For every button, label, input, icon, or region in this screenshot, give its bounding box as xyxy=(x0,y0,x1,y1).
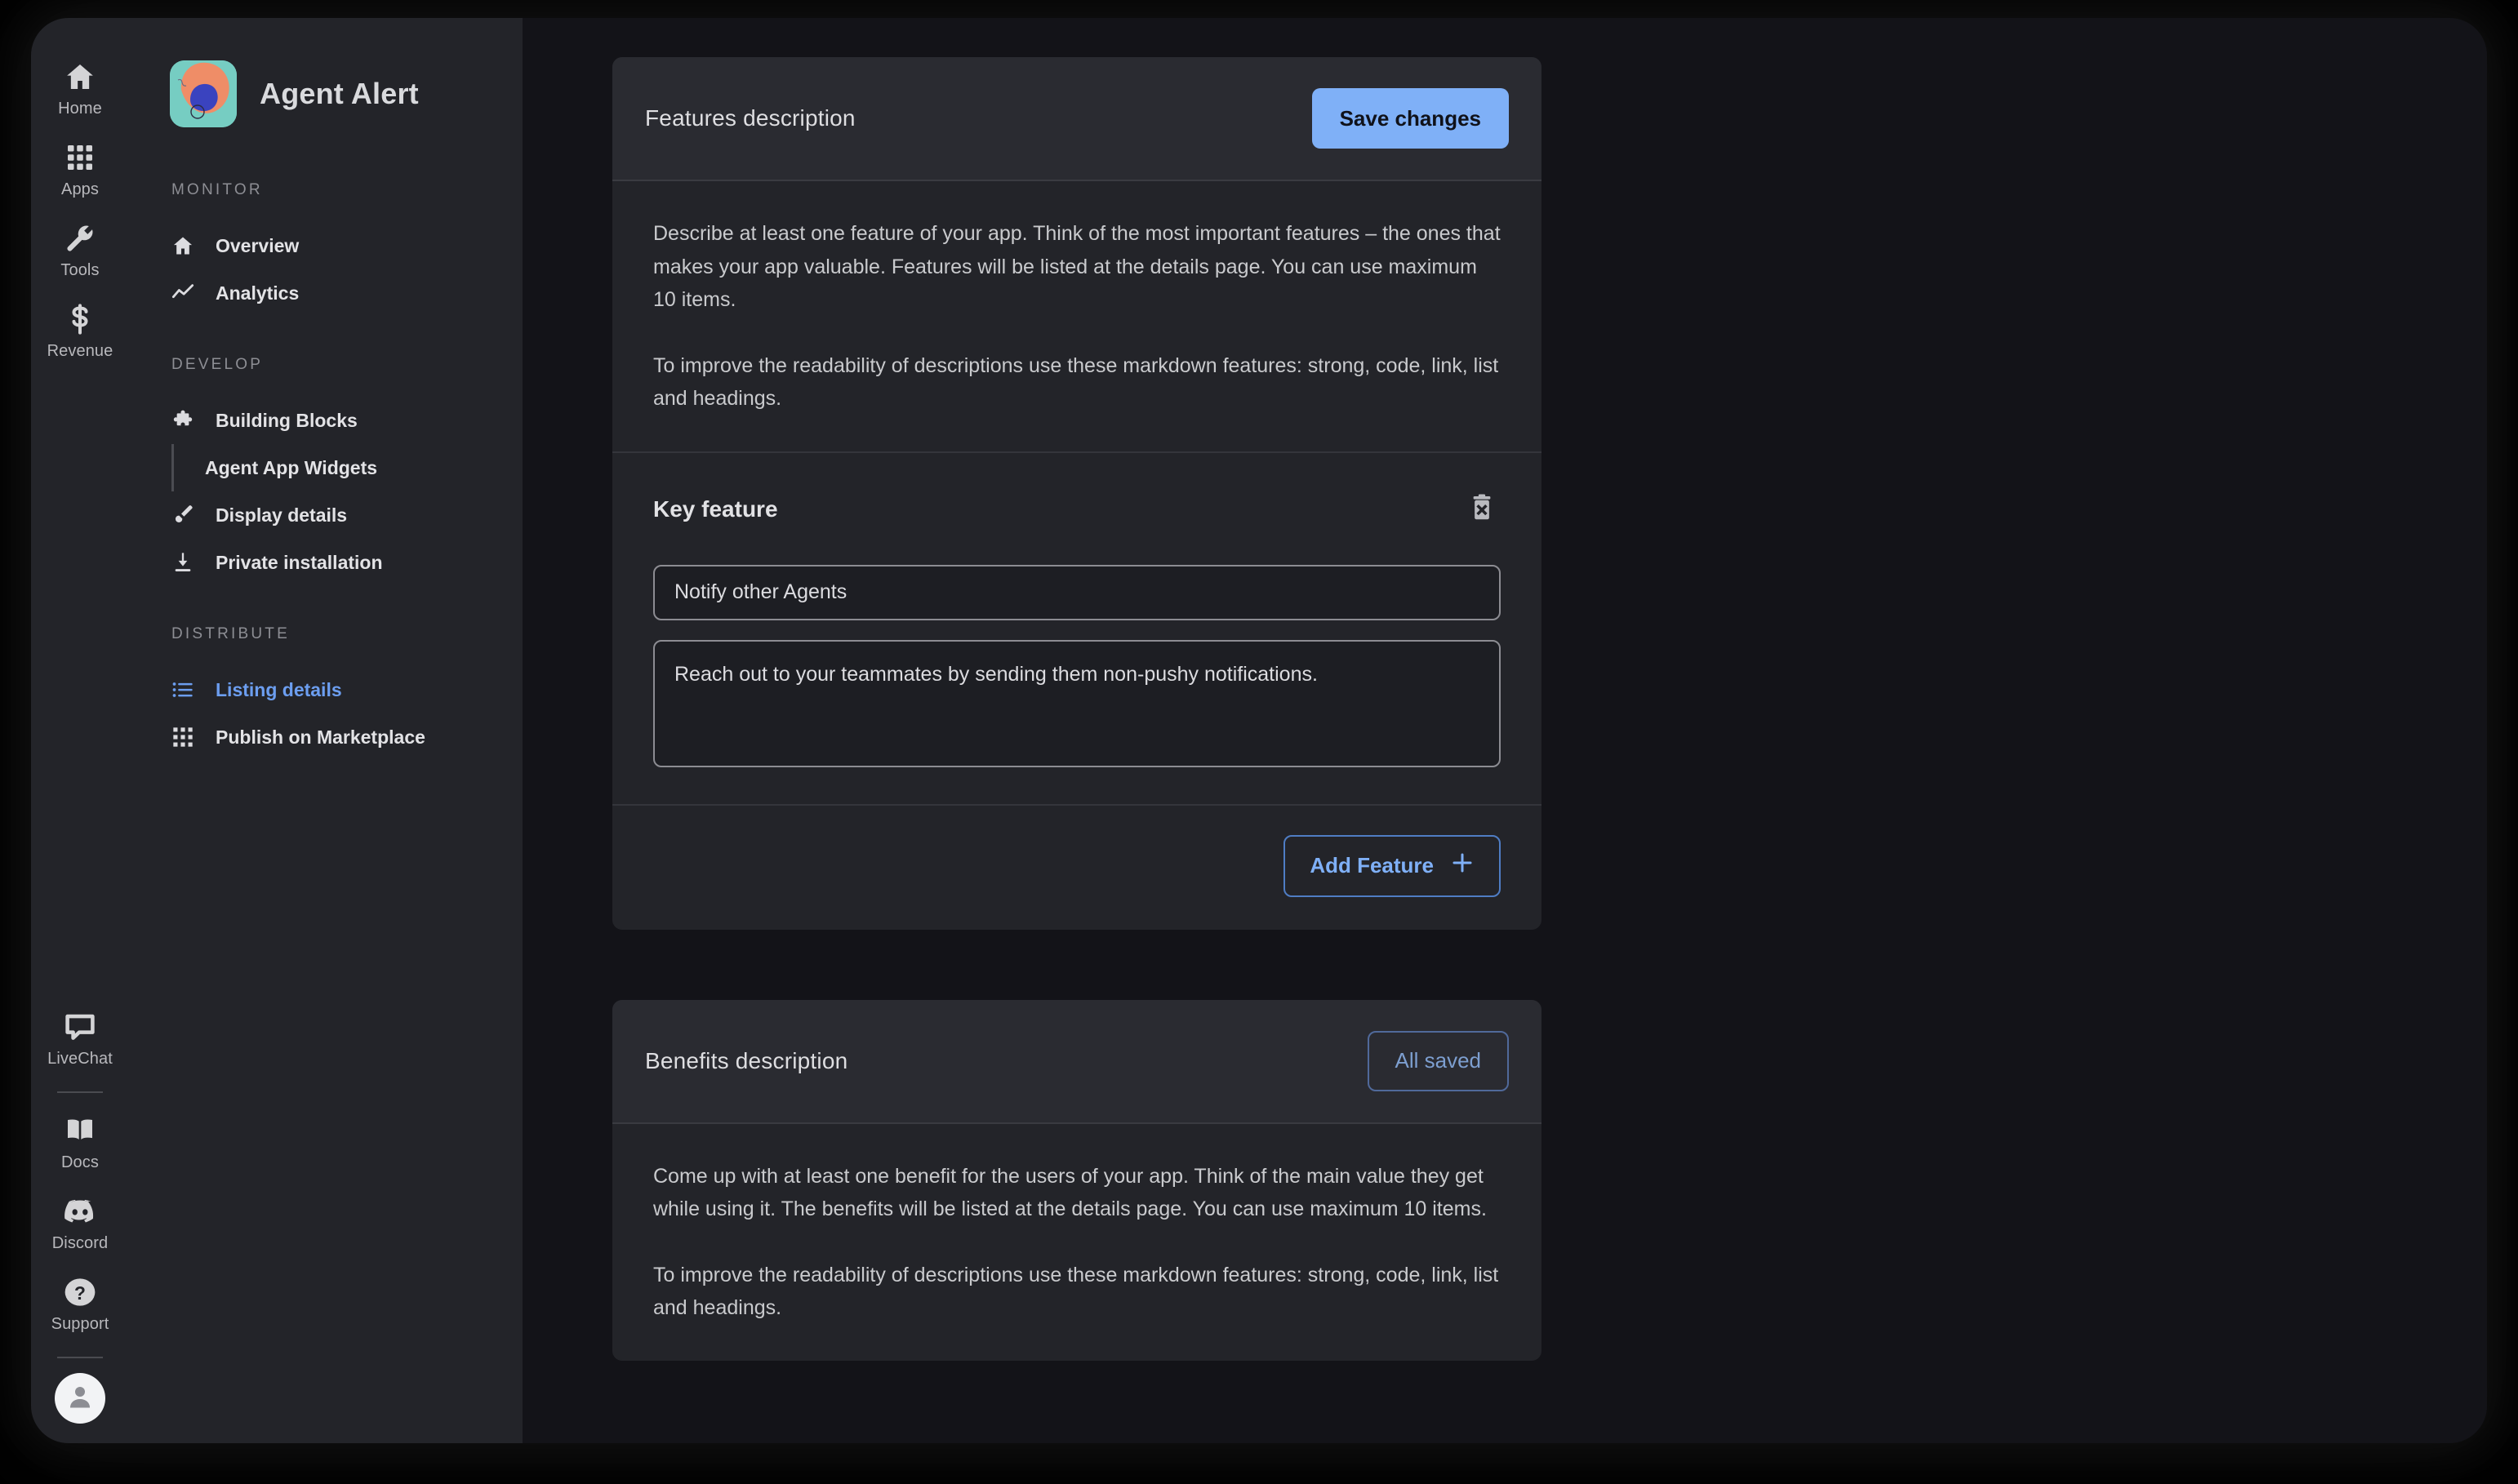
list-icon xyxy=(171,678,199,701)
benefits-help-body: Come up with at least one benefit for th… xyxy=(612,1124,1541,1361)
home-icon xyxy=(62,59,98,95)
feature-item-header: Key feature xyxy=(653,489,1501,531)
rail-divider xyxy=(57,1091,103,1093)
rail-item-revenue[interactable]: Revenue xyxy=(31,290,129,371)
dollar-icon xyxy=(62,301,98,337)
rail-item-support[interactable]: ? Support xyxy=(31,1263,129,1344)
all-saved-status-button[interactable]: All saved xyxy=(1367,1030,1509,1091)
benefits-card-header: Benefits description All saved xyxy=(612,999,1541,1124)
sidebar-item-label: Analytics xyxy=(216,282,300,304)
rail-item-label: Discord xyxy=(51,1234,109,1252)
add-feature-label: Add Feature xyxy=(1310,853,1434,878)
rail-item-label: Tools xyxy=(60,261,100,279)
nav-section-monitor-title: MONITOR xyxy=(171,181,263,198)
book-icon xyxy=(62,1113,98,1149)
sidebar-subitem-label: Agent App Widgets xyxy=(205,456,378,478)
chat-bubble-icon xyxy=(62,1009,98,1045)
sidebar-item-analytics[interactable]: Analytics xyxy=(129,269,523,317)
feature-item-block: Key feature xyxy=(612,453,1541,804)
apps-grid-icon xyxy=(62,140,98,176)
page-title: Features description xyxy=(645,105,856,131)
rail-item-label: Apps xyxy=(61,180,99,198)
feature-description-textarea[interactable] xyxy=(653,639,1501,767)
sidebar-item-label: Overview xyxy=(216,234,300,256)
sidebar-subitem-agent-app-widgets[interactable]: Agent App Widgets xyxy=(174,444,377,491)
rail-item-label: LiveChat xyxy=(47,1050,113,1068)
benefits-title: Benefits description xyxy=(645,1047,848,1073)
features-help-paragraph-1: Describe at least one feature of your ap… xyxy=(653,222,1501,311)
plus-icon xyxy=(1450,851,1475,881)
grid-dots-icon xyxy=(171,726,199,749)
line-chart-icon xyxy=(171,282,199,304)
app-window: Home Apps Tools Revenue LiveChat Docs Di… xyxy=(31,18,2487,1443)
rail-item-docs[interactable]: Docs xyxy=(31,1101,129,1182)
rail-item-apps[interactable]: Apps xyxy=(31,128,129,209)
delete-feature-button[interactable] xyxy=(1463,489,1501,531)
nav-section-develop-title: DEVELOP xyxy=(171,356,264,373)
rail-item-label: Home xyxy=(58,100,102,118)
sidebar-item-overview[interactable]: Overview xyxy=(129,222,523,269)
app-header: Agent Alert xyxy=(129,18,523,127)
rail-item-home[interactable]: Home xyxy=(31,47,129,128)
sidebar-item-private-installation[interactable]: Private installation xyxy=(129,539,523,586)
download-icon xyxy=(171,551,199,574)
benefits-help-paragraph-2: To improve the readability of descriptio… xyxy=(653,1263,1499,1320)
puzzle-icon xyxy=(171,409,199,432)
benefits-help-paragraph-1: Come up with at least one benefit for th… xyxy=(653,1164,1487,1221)
features-help-paragraph-2: To improve the readability of descriptio… xyxy=(653,353,1499,411)
feature-name-input[interactable] xyxy=(653,564,1501,620)
brush-icon xyxy=(171,504,199,527)
sidebar-item-label: Display details xyxy=(216,504,348,526)
avatar[interactable] xyxy=(55,1373,105,1424)
sidebar-item-building-blocks[interactable]: Building Blocks xyxy=(129,397,523,444)
card-spacer xyxy=(612,930,2487,1000)
sidebar-item-label: Private installation xyxy=(216,551,383,573)
sidebar-item-label: Listing details xyxy=(216,678,342,700)
save-changes-button[interactable]: Save changes xyxy=(1311,88,1509,149)
app-title: Agent Alert xyxy=(260,77,419,110)
rail-item-label: Support xyxy=(51,1315,109,1333)
features-card-footer: Add Feature xyxy=(612,806,1541,930)
home-icon xyxy=(171,234,199,257)
wrench-icon xyxy=(62,220,98,256)
rail-item-label: Revenue xyxy=(47,342,113,360)
discord-icon xyxy=(62,1193,98,1229)
rail-item-livechat[interactable]: LiveChat xyxy=(31,997,129,1078)
rail-item-tools[interactable]: Tools xyxy=(31,209,129,290)
add-feature-button[interactable]: Add Feature xyxy=(1283,834,1501,897)
sidebar-item-display-details[interactable]: Display details xyxy=(129,491,523,539)
rail-item-discord[interactable]: Discord xyxy=(31,1182,129,1263)
sidebar-item-listing-details[interactable]: Listing details xyxy=(129,666,523,713)
features-card-header: Features description Save changes xyxy=(612,57,1541,181)
rail-bottom-group: LiveChat Docs Discord ? Support xyxy=(31,997,129,1424)
app-sidebar: Agent Alert MONITOR Overview Analytics D… xyxy=(129,18,523,1443)
feature-item-title: Key feature xyxy=(653,496,778,522)
global-icon-rail: Home Apps Tools Revenue LiveChat Docs Di… xyxy=(31,18,129,1443)
sidebar-item-label: Publish on Marketplace xyxy=(216,726,425,748)
user-avatar-icon xyxy=(65,1382,95,1415)
features-description-card: Features description Save changes Descri… xyxy=(612,57,1541,930)
trash-x-icon xyxy=(1468,494,1496,526)
sidebar-subgroup-building-blocks: Agent App Widgets xyxy=(129,444,523,491)
sidebar-item-publish-on-marketplace[interactable]: Publish on Marketplace xyxy=(129,713,523,761)
sidebar-item-label: Building Blocks xyxy=(216,409,358,431)
app-logo-icon xyxy=(170,60,237,127)
nav-section-distribute-title: DISTRIBUTE xyxy=(171,625,290,642)
features-help-body: Describe at least one feature of your ap… xyxy=(612,181,1541,451)
benefits-description-card: Benefits description All saved Come up w… xyxy=(612,999,1541,1361)
svg-text:?: ? xyxy=(74,1282,86,1304)
main-content: Features description Save changes Descri… xyxy=(523,18,2487,1443)
question-circle-icon: ? xyxy=(62,1274,98,1310)
rail-divider-bottom xyxy=(57,1357,103,1358)
rail-item-label: Docs xyxy=(61,1153,99,1171)
